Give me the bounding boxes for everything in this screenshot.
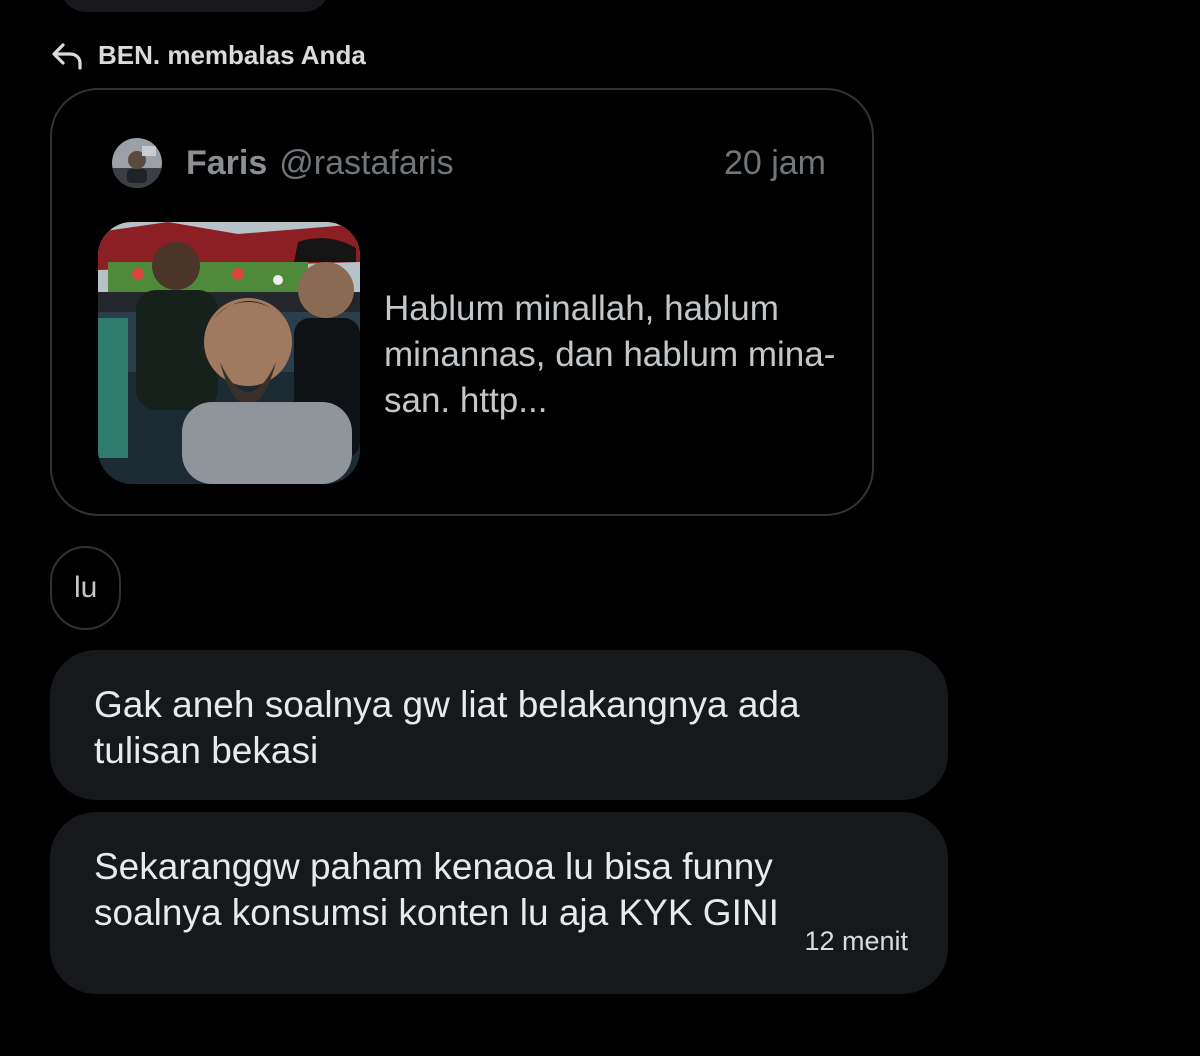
reply-header: BEN. membalas Anda <box>50 40 366 71</box>
quoted-post-header: Faris @rastafaris 20 jam <box>112 138 826 188</box>
author-name[interactable]: Faris <box>186 144 267 183</box>
message-text: Gak aneh soalnya gw liat belakangnya ada… <box>94 684 800 771</box>
message-text: lu <box>74 571 98 604</box>
previous-message-bubble[interactable] <box>60 0 330 12</box>
author-handle[interactable]: @rastafaris <box>279 144 453 183</box>
quoted-post-text: Hablum minallah, hablum minannas, dan ha… <box>384 289 836 420</box>
reply-arrow-icon <box>50 41 84 71</box>
message-bubble[interactable]: Sekaranggw paham kenaoa lu bisa funny so… <box>50 812 948 994</box>
message-text: Sekaranggw paham kenaoa lu bisa funny so… <box>94 846 779 933</box>
quoted-post-card[interactable]: Faris @rastafaris 20 jam Hablum minallah… <box>50 88 874 516</box>
author-avatar[interactable] <box>112 138 162 188</box>
message-bubble[interactable]: Gak aneh soalnya gw liat belakangnya ada… <box>50 650 948 800</box>
message-timestamp: 12 menit <box>804 926 908 956</box>
reply-header-label: BEN. membalas Anda <box>98 40 366 70</box>
message-bubble[interactable]: lu <box>50 546 122 630</box>
photo-thumbnail[interactable] <box>98 222 360 484</box>
quoted-post-time: 20 jam <box>723 143 826 182</box>
